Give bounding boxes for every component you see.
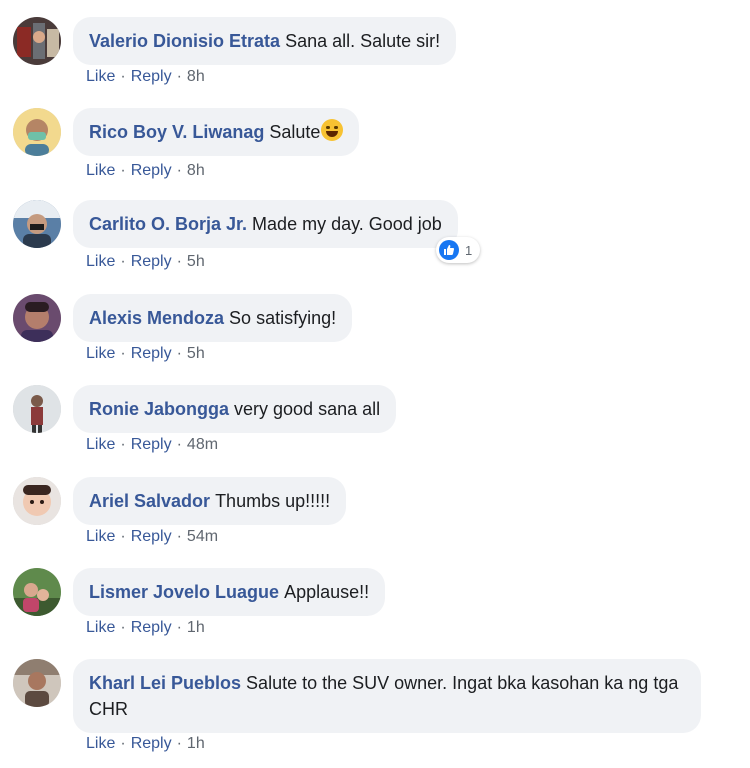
reply-link[interactable]: Reply xyxy=(131,345,172,362)
comment-author[interactable]: Rico Boy V. Liwanag xyxy=(89,122,264,142)
comment-timestamp[interactable]: 1h xyxy=(187,619,205,636)
commenter-avatar[interactable] xyxy=(13,108,61,156)
reply-link[interactable]: Reply xyxy=(131,68,172,85)
comment-author[interactable]: Lismer Jovelo Luague xyxy=(89,582,279,602)
comment-author[interactable]: Kharl Lei Pueblos xyxy=(89,673,241,693)
separator: · xyxy=(176,735,182,752)
like-link[interactable]: Like xyxy=(86,68,115,85)
comment-author[interactable]: Alexis Mendoza xyxy=(89,308,224,328)
separator: · xyxy=(176,68,182,85)
comment-text: Thumbs up!!!!! xyxy=(215,491,331,511)
comment-actions: Like · Reply · 48m xyxy=(86,435,218,455)
comment-text: Made my day. Good job xyxy=(252,214,442,234)
comment-text: Applause!! xyxy=(284,582,370,602)
commenter-avatar[interactable] xyxy=(13,477,61,525)
separator: · xyxy=(176,345,182,362)
reply-link[interactable]: Reply xyxy=(131,436,172,453)
comment-bubble: Valerio Dionisio Etrata Sana all. Salute … xyxy=(73,17,457,65)
separator: · xyxy=(120,345,126,362)
like-link[interactable]: Like xyxy=(86,619,115,636)
separator: · xyxy=(120,619,126,636)
comment-bubble: Ronie Jabongga very good sana all xyxy=(73,385,397,433)
separator: · xyxy=(176,162,182,179)
reaction-count-badge[interactable]: 1 xyxy=(436,237,481,263)
reply-link[interactable]: Reply xyxy=(131,528,172,545)
separator: · xyxy=(120,253,126,270)
comment-actions: Like · Reply · 8h xyxy=(86,67,205,87)
comment-bubble: Lismer Jovelo Luague Applause!! xyxy=(73,568,386,616)
commenter-avatar[interactable] xyxy=(13,659,61,707)
comment-text: Salute xyxy=(269,122,321,142)
comment-timestamp[interactable]: 48m xyxy=(187,436,218,453)
comment-timestamp[interactable]: 54m xyxy=(187,528,218,545)
comment-actions: Like · Reply · 8h xyxy=(86,161,205,181)
comment-timestamp[interactable]: 8h xyxy=(187,162,205,179)
separator: · xyxy=(120,436,126,453)
commenter-avatar[interactable] xyxy=(13,17,61,65)
reply-link[interactable]: Reply xyxy=(131,619,172,636)
comment-bubble: Carlito O. Borja Jr. Made my day. Good jo… xyxy=(73,200,458,248)
comment-bubble: Rico Boy V. Liwanag Salute xyxy=(73,108,360,156)
like-link[interactable]: Like xyxy=(86,528,115,545)
comment-actions: Like · Reply · 54m xyxy=(86,527,218,547)
comment-text: So satisfying! xyxy=(229,308,337,328)
comment-actions: Like · Reply · 5h xyxy=(86,344,205,364)
comment-author[interactable]: Ariel Salvador xyxy=(89,491,210,511)
commenter-avatar[interactable] xyxy=(13,294,61,342)
like-link[interactable]: Like xyxy=(86,345,115,362)
like-link[interactable]: Like xyxy=(86,253,115,270)
like-reaction-icon xyxy=(439,240,459,260)
comment-author[interactable]: Valerio Dionisio Etrata xyxy=(89,31,280,51)
comment-timestamp[interactable]: 5h xyxy=(187,345,205,362)
comment-bubble: Kharl Lei Pueblos Salute to the SUV owner… xyxy=(73,659,701,733)
separator: · xyxy=(120,68,126,85)
comment-text: Sana all. Salute sir! xyxy=(285,31,441,51)
comment-actions: Like · Reply · 1h xyxy=(86,618,205,638)
comment-actions: Like · Reply · 1h xyxy=(86,734,205,754)
separator: · xyxy=(176,436,182,453)
comment-author[interactable]: Ronie Jabongga xyxy=(89,399,229,419)
commenter-avatar[interactable] xyxy=(13,385,61,433)
like-link[interactable]: Like xyxy=(86,436,115,453)
separator: · xyxy=(176,619,182,636)
comment-timestamp[interactable]: 1h xyxy=(187,735,205,752)
commenter-avatar[interactable] xyxy=(13,200,61,248)
comment-bubble: Ariel Salvador Thumbs up!!!!! xyxy=(73,477,347,525)
commenter-avatar[interactable] xyxy=(13,568,61,616)
comment-timestamp[interactable]: 8h xyxy=(187,68,205,85)
separator: · xyxy=(120,162,126,179)
reply-link[interactable]: Reply xyxy=(131,735,172,752)
comment-timestamp[interactable]: 5h xyxy=(187,253,205,270)
reply-link[interactable]: Reply xyxy=(131,162,172,179)
comment-actions: Like · Reply · 5h xyxy=(86,252,205,272)
laughing-emoji-icon xyxy=(321,119,344,141)
like-link[interactable]: Like xyxy=(86,735,115,752)
reaction-count: 1 xyxy=(465,242,473,258)
separator: · xyxy=(120,735,126,752)
comment-author[interactable]: Carlito O. Borja Jr. xyxy=(89,214,247,234)
separator: · xyxy=(120,528,126,545)
comment-bubble: Alexis Mendoza So satisfying! xyxy=(73,294,353,342)
like-link[interactable]: Like xyxy=(86,162,115,179)
comment-text: very good sana all xyxy=(234,399,381,419)
separator: · xyxy=(176,253,182,270)
separator: · xyxy=(176,528,182,545)
reply-link[interactable]: Reply xyxy=(131,253,172,270)
